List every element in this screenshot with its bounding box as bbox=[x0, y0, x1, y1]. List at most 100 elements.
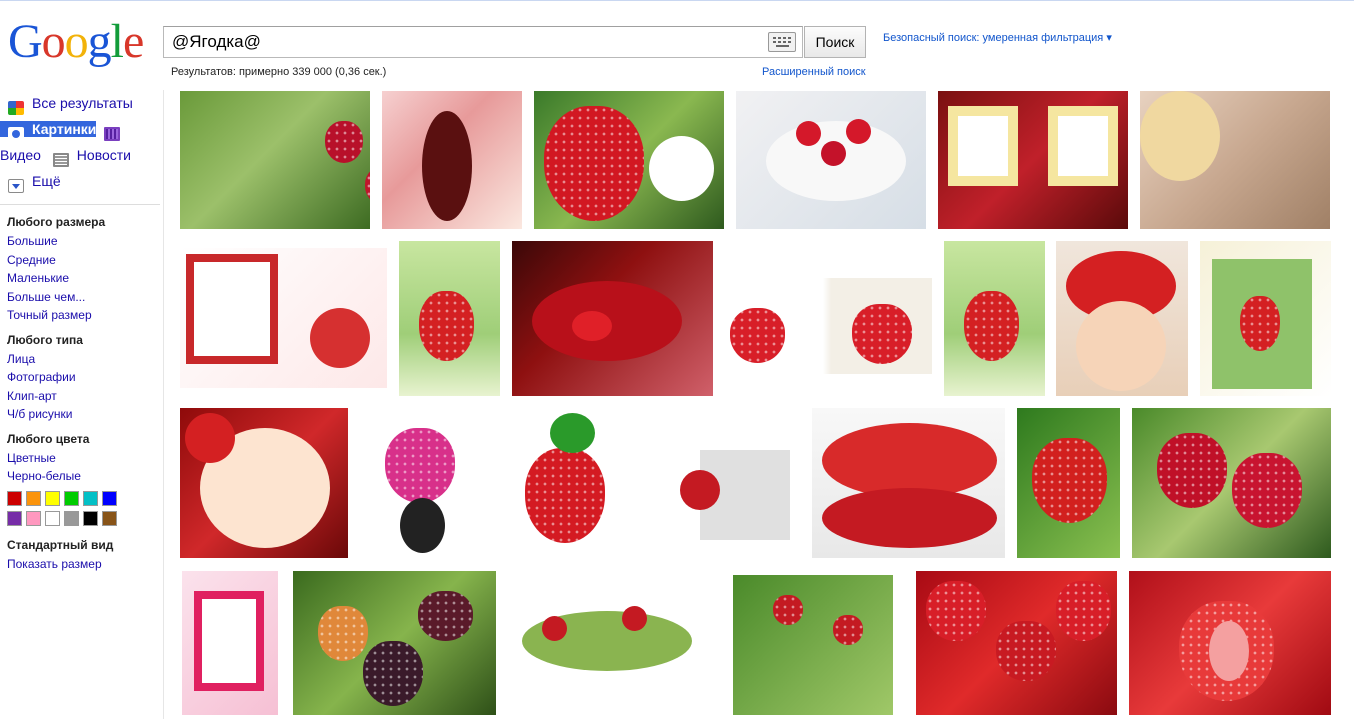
type-clipart[interactable]: Клип-арт bbox=[7, 387, 160, 406]
color-swatch[interactable] bbox=[26, 490, 41, 506]
image-thumbnail[interactable] bbox=[399, 241, 500, 396]
color-swatch[interactable] bbox=[26, 510, 41, 526]
color-full[interactable]: Цветные bbox=[7, 449, 160, 468]
image-thumbnail[interactable] bbox=[733, 575, 893, 715]
size-exact[interactable]: Точный размер bbox=[7, 306, 160, 325]
image-thumbnail[interactable] bbox=[944, 241, 1045, 396]
image-thumbnail[interactable] bbox=[650, 410, 800, 550]
color-swatches bbox=[7, 490, 160, 526]
type-faces[interactable]: Лица bbox=[7, 350, 160, 369]
thumbnail-shape bbox=[822, 488, 997, 548]
thumbnail-shape bbox=[385, 428, 455, 503]
size-filter-heading: Любого размера bbox=[7, 215, 106, 229]
image-thumbnail[interactable] bbox=[293, 571, 496, 715]
film-icon bbox=[104, 127, 121, 141]
thumbnail-shape bbox=[622, 606, 647, 631]
image-thumbnail[interactable] bbox=[1200, 241, 1331, 396]
top-border bbox=[0, 0, 1354, 1]
thumbnail-shape bbox=[822, 423, 997, 498]
thumbnail-shape bbox=[1157, 433, 1227, 508]
color-filter-heading: Любого цвета bbox=[7, 431, 90, 446]
thumbnail-shape bbox=[833, 615, 863, 645]
thumbnail-shape bbox=[1232, 453, 1302, 528]
nav-more[interactable]: Ещё bbox=[0, 173, 61, 193]
size-large[interactable]: Большие bbox=[7, 232, 160, 251]
image-thumbnail[interactable] bbox=[1017, 408, 1120, 558]
size-small[interactable]: Маленькие bbox=[7, 269, 160, 288]
search-box bbox=[163, 26, 803, 58]
image-thumbnail[interactable] bbox=[180, 248, 387, 388]
image-thumbnail[interactable] bbox=[510, 408, 640, 558]
thumbnail-shape bbox=[730, 308, 785, 363]
color-swatch[interactable] bbox=[64, 490, 79, 506]
image-thumbnail[interactable] bbox=[382, 91, 522, 229]
google-logo[interactable]: Google bbox=[8, 14, 144, 70]
thumbnail-shape bbox=[185, 413, 235, 463]
size-medium[interactable]: Средние bbox=[7, 251, 160, 270]
nav-images[interactable]: Картинки bbox=[0, 121, 97, 141]
image-thumbnail[interactable] bbox=[916, 571, 1117, 715]
thumbnail-shape bbox=[821, 141, 846, 166]
advanced-search-link[interactable]: Расширенный поиск bbox=[762, 66, 866, 78]
image-thumbnail[interactable] bbox=[1056, 241, 1188, 396]
newspaper-icon bbox=[52, 153, 69, 167]
image-thumbnail[interactable] bbox=[534, 91, 724, 229]
logo-letter: l bbox=[110, 15, 124, 68]
thumbnail-shape bbox=[1076, 301, 1166, 391]
color-swatch[interactable] bbox=[45, 490, 60, 506]
image-thumbnail[interactable] bbox=[180, 408, 348, 558]
color-black-white[interactable]: Черно-белые bbox=[7, 467, 160, 486]
thumbnail-shape bbox=[542, 616, 567, 641]
image-thumbnail[interactable] bbox=[938, 91, 1128, 229]
type-line-drawing[interactable]: Ч/б рисунки bbox=[7, 405, 160, 424]
thumbnail-shape bbox=[422, 111, 472, 221]
thumbnail-shape bbox=[796, 121, 821, 146]
google-plus-icon bbox=[8, 101, 24, 115]
thumbnail-shape bbox=[572, 311, 612, 341]
color-swatch[interactable] bbox=[102, 490, 117, 506]
thumbnail-shape bbox=[544, 106, 644, 221]
result-stats: Результатов: примерно 339 000 (0,36 сек.… bbox=[171, 66, 387, 78]
safe-search-dropdown[interactable]: Безопасный поиск: умеренная фильтрация ▾ bbox=[883, 31, 1112, 44]
search-button[interactable]: Поиск bbox=[804, 26, 866, 58]
nav-all-results[interactable]: Все результаты bbox=[0, 95, 133, 115]
color-swatch[interactable] bbox=[64, 510, 79, 526]
color-swatch[interactable] bbox=[83, 490, 98, 506]
color-swatch[interactable] bbox=[83, 510, 98, 526]
image-thumbnail[interactable] bbox=[512, 571, 707, 715]
image-thumbnail[interactable] bbox=[1129, 571, 1331, 715]
keyboard-icon[interactable] bbox=[768, 32, 796, 52]
thumbnail-shape bbox=[1056, 581, 1111, 641]
show-sizes[interactable]: Показать размер bbox=[7, 555, 160, 574]
thumbnail-shape bbox=[310, 308, 370, 368]
image-thumbnail[interactable] bbox=[360, 408, 480, 558]
dropdown-icon bbox=[8, 179, 24, 193]
thumbnail-shape bbox=[958, 116, 1008, 176]
view-filter-heading: Стандартный вид bbox=[7, 537, 114, 552]
search-input[interactable] bbox=[164, 27, 764, 57]
image-thumbnail[interactable] bbox=[180, 91, 370, 229]
thumbnail-shape bbox=[550, 413, 595, 453]
image-thumbnail[interactable] bbox=[1132, 408, 1331, 558]
color-swatch[interactable] bbox=[7, 510, 22, 526]
size-larger-than[interactable]: Больше чем... bbox=[7, 288, 160, 307]
color-swatch[interactable] bbox=[102, 510, 117, 526]
thumbnail-shape bbox=[194, 262, 270, 356]
view-filter: Стандартный вид Показать размер bbox=[0, 536, 160, 574]
image-thumbnail[interactable] bbox=[512, 241, 713, 396]
thumbnail-shape bbox=[418, 591, 473, 641]
image-thumbnail[interactable] bbox=[812, 408, 1005, 558]
color-swatch[interactable] bbox=[45, 510, 60, 526]
thumbnail-shape bbox=[926, 581, 986, 641]
color-filter: Любого цвета Цветные Черно-белые bbox=[0, 430, 160, 526]
type-filter: Любого типа Лица Фотографии Клип-арт Ч/б… bbox=[0, 331, 160, 424]
thumbnail-shape bbox=[852, 304, 912, 364]
image-thumbnail[interactable] bbox=[182, 571, 278, 715]
type-photos[interactable]: Фотографии bbox=[7, 368, 160, 387]
image-thumbnail[interactable] bbox=[736, 91, 926, 229]
image-thumbnail[interactable] bbox=[722, 278, 932, 374]
image-thumbnail[interactable] bbox=[1140, 91, 1330, 229]
color-swatch[interactable] bbox=[7, 490, 22, 506]
nav-label: Видео bbox=[0, 147, 41, 163]
nav-news[interactable]: Новости bbox=[45, 147, 131, 167]
